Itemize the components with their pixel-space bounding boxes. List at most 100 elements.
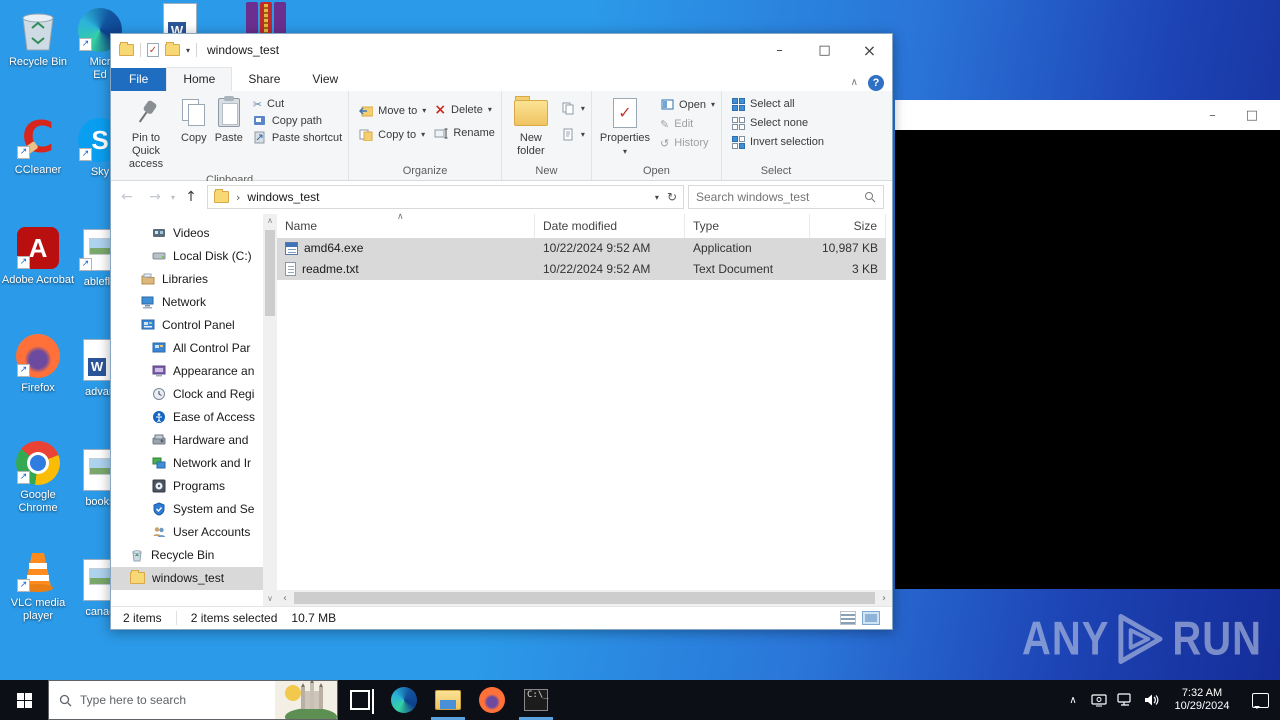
maximize-button[interactable]: □: [1246, 108, 1258, 123]
new-folder-qat-icon[interactable]: [165, 42, 180, 56]
file-row-readme-txt[interactable]: readme.txt 10/22/2024 9:52 AM Text Docum…: [277, 258, 886, 280]
select-none-button[interactable]: Select none: [731, 116, 824, 130]
tab-view[interactable]: View: [296, 68, 354, 91]
copy-to-button[interactable]: Copy to ▾: [359, 128, 426, 142]
scroll-down-icon[interactable]: ∨: [263, 590, 277, 607]
tray-chevron-icon[interactable]: ∧: [1060, 695, 1086, 706]
invert-selection-button[interactable]: Invert selection: [731, 135, 824, 149]
search-highlight-image[interactable]: [275, 681, 337, 719]
taskbar-clock[interactable]: 7:32 AM 10/29/2024: [1164, 687, 1240, 713]
nav-item-control-panel[interactable]: Control Panel: [111, 314, 263, 337]
column-header-date-modified[interactable]: Date modified: [535, 213, 685, 238]
scroll-left-icon[interactable]: ‹: [277, 593, 293, 604]
scroll-up-icon[interactable]: ∧: [267, 214, 273, 228]
nav-item-network-internet[interactable]: Network and Ir: [111, 452, 263, 475]
nav-item-videos[interactable]: Videos: [111, 222, 263, 245]
taskbar-search-input[interactable]: Type here to search: [48, 680, 338, 720]
shortcut-arrow-icon: ↗: [17, 471, 30, 484]
nav-item-network[interactable]: Network: [111, 291, 263, 314]
nav-item-all-control-panel[interactable]: All Control Par: [111, 337, 263, 360]
videos-icon: [153, 229, 165, 238]
volume-icon[interactable]: [1138, 693, 1164, 707]
edit-button[interactable]: ✎ Edit: [660, 118, 715, 131]
recent-locations-icon[interactable]: ▾: [171, 193, 175, 202]
start-button[interactable]: [0, 680, 48, 720]
up-button[interactable]: ↑: [179, 189, 203, 205]
cut-button[interactable]: ✂ Cut: [253, 98, 342, 111]
maximize-button[interactable]: □: [802, 34, 847, 66]
easy-access-button[interactable]: ▾: [562, 128, 585, 142]
properties-qat-icon[interactable]: ✓: [147, 43, 159, 57]
taskbar-explorer-button[interactable]: [426, 680, 470, 720]
breadcrumb-path[interactable]: windows_test: [247, 190, 319, 204]
select-all-button[interactable]: Select all: [731, 97, 824, 111]
move-to-button[interactable]: Move to ▾: [359, 104, 426, 118]
action-center-button[interactable]: [1240, 692, 1280, 709]
search-input[interactable]: Search windows_test: [688, 185, 884, 210]
background-window: – □: [895, 100, 1280, 589]
nav-item-ease-of-access[interactable]: Ease of Access: [111, 406, 263, 429]
address-bar: ← → ▾ ↑ › windows_test ▾ ↻ Search window…: [111, 180, 892, 214]
new-folder-button[interactable]: New folder: [506, 94, 556, 160]
horizontal-scrollbar[interactable]: ‹ ›: [277, 590, 892, 607]
column-header-size[interactable]: Size: [810, 213, 886, 238]
rename-button[interactable]: Rename: [434, 126, 495, 140]
nav-item-system-security[interactable]: System and Se: [111, 498, 263, 521]
ribbon-group-organize: Move to ▾ Copy to ▾ × Delete ▾ Rename Or…: [349, 90, 502, 180]
column-header-name[interactable]: ∧ Name: [277, 212, 535, 238]
tab-home[interactable]: Home: [166, 66, 233, 91]
address-breadcrumb[interactable]: › windows_test ▾ ↻: [207, 185, 684, 210]
adobe-acrobat-icon: A ↗: [16, 226, 60, 270]
refresh-icon[interactable]: ↻: [667, 190, 677, 204]
vlc-icon: ↗: [16, 549, 60, 593]
customize-qat-icon[interactable]: ▾: [186, 46, 190, 55]
shortcut-arrow-icon: ↗: [79, 38, 92, 51]
properties-button[interactable]: ✓ Properties ▾: [596, 94, 654, 160]
shortcut-arrow-icon: ↗: [17, 579, 30, 592]
close-button[interactable]: ×: [847, 34, 892, 66]
taskbar-firefox-button[interactable]: [470, 680, 514, 720]
nav-item-hardware-sound[interactable]: Hardware and: [111, 429, 263, 452]
tab-share[interactable]: Share: [232, 68, 296, 91]
help-icon[interactable]: ?: [868, 74, 884, 91]
scroll-right-icon[interactable]: ›: [876, 593, 892, 604]
column-header-type[interactable]: Type: [685, 213, 810, 238]
copy-button[interactable]: Copy: [177, 94, 211, 147]
open-button[interactable]: Open ▾: [660, 98, 715, 112]
taskbar-edge-button[interactable]: [382, 680, 426, 720]
paste-shortcut-button[interactable]: Paste shortcut: [253, 131, 342, 145]
status-bar: 2 items 2 items selected 10.7 MB: [111, 606, 892, 629]
pin-to-quick-access-button[interactable]: Pin to Quick access: [115, 94, 177, 173]
nav-item-programs[interactable]: Programs: [111, 475, 263, 498]
details-view-button[interactable]: [840, 611, 856, 626]
nav-item-clock-region[interactable]: Clock and Regi: [111, 383, 263, 406]
history-button[interactable]: ↺ History: [660, 137, 715, 150]
new-item-button[interactable]: ▾: [562, 102, 585, 116]
large-icons-view-button[interactable]: [862, 611, 880, 626]
delete-button[interactable]: × Delete ▾: [434, 103, 495, 117]
forward-button[interactable]: →: [143, 189, 167, 205]
collapse-ribbon-icon[interactable]: ∧: [851, 77, 858, 88]
address-dropdown-icon[interactable]: ▾: [655, 193, 659, 202]
nav-item-windows-test[interactable]: windows_test: [111, 566, 263, 590]
copy-path-button[interactable]: Copy path: [253, 114, 342, 128]
paste-button[interactable]: Paste: [211, 94, 247, 147]
minimize-button[interactable]: –: [757, 34, 802, 66]
taskbar-cmd-button[interactable]: C:\_: [514, 680, 558, 720]
tab-file[interactable]: File: [111, 67, 167, 91]
nav-item-user-accounts[interactable]: User Accounts: [111, 521, 263, 544]
selected-count: 2 items selected: [190, 611, 278, 626]
nav-item-libraries[interactable]: Libraries: [111, 268, 263, 291]
minimize-button[interactable]: –: [1209, 108, 1216, 123]
scrollbar-thumb[interactable]: [265, 229, 275, 316]
scrollbar-thumb[interactable]: [294, 592, 875, 605]
network-icon[interactable]: [1112, 693, 1138, 707]
nav-item-recycle-bin[interactable]: Recycle Bin: [111, 544, 263, 567]
nav-scrollbar[interactable]: ∧: [263, 213, 277, 591]
task-view-button[interactable]: [338, 680, 382, 720]
screencast-icon[interactable]: [1086, 693, 1112, 707]
file-row-amd64-exe[interactable]: amd64.exe 10/22/2024 9:52 AM Application…: [277, 237, 886, 259]
nav-item-local-disk-c[interactable]: Local Disk (C:): [111, 245, 263, 268]
back-button[interactable]: ←: [115, 189, 139, 205]
nav-item-appearance[interactable]: Appearance an: [111, 360, 263, 383]
